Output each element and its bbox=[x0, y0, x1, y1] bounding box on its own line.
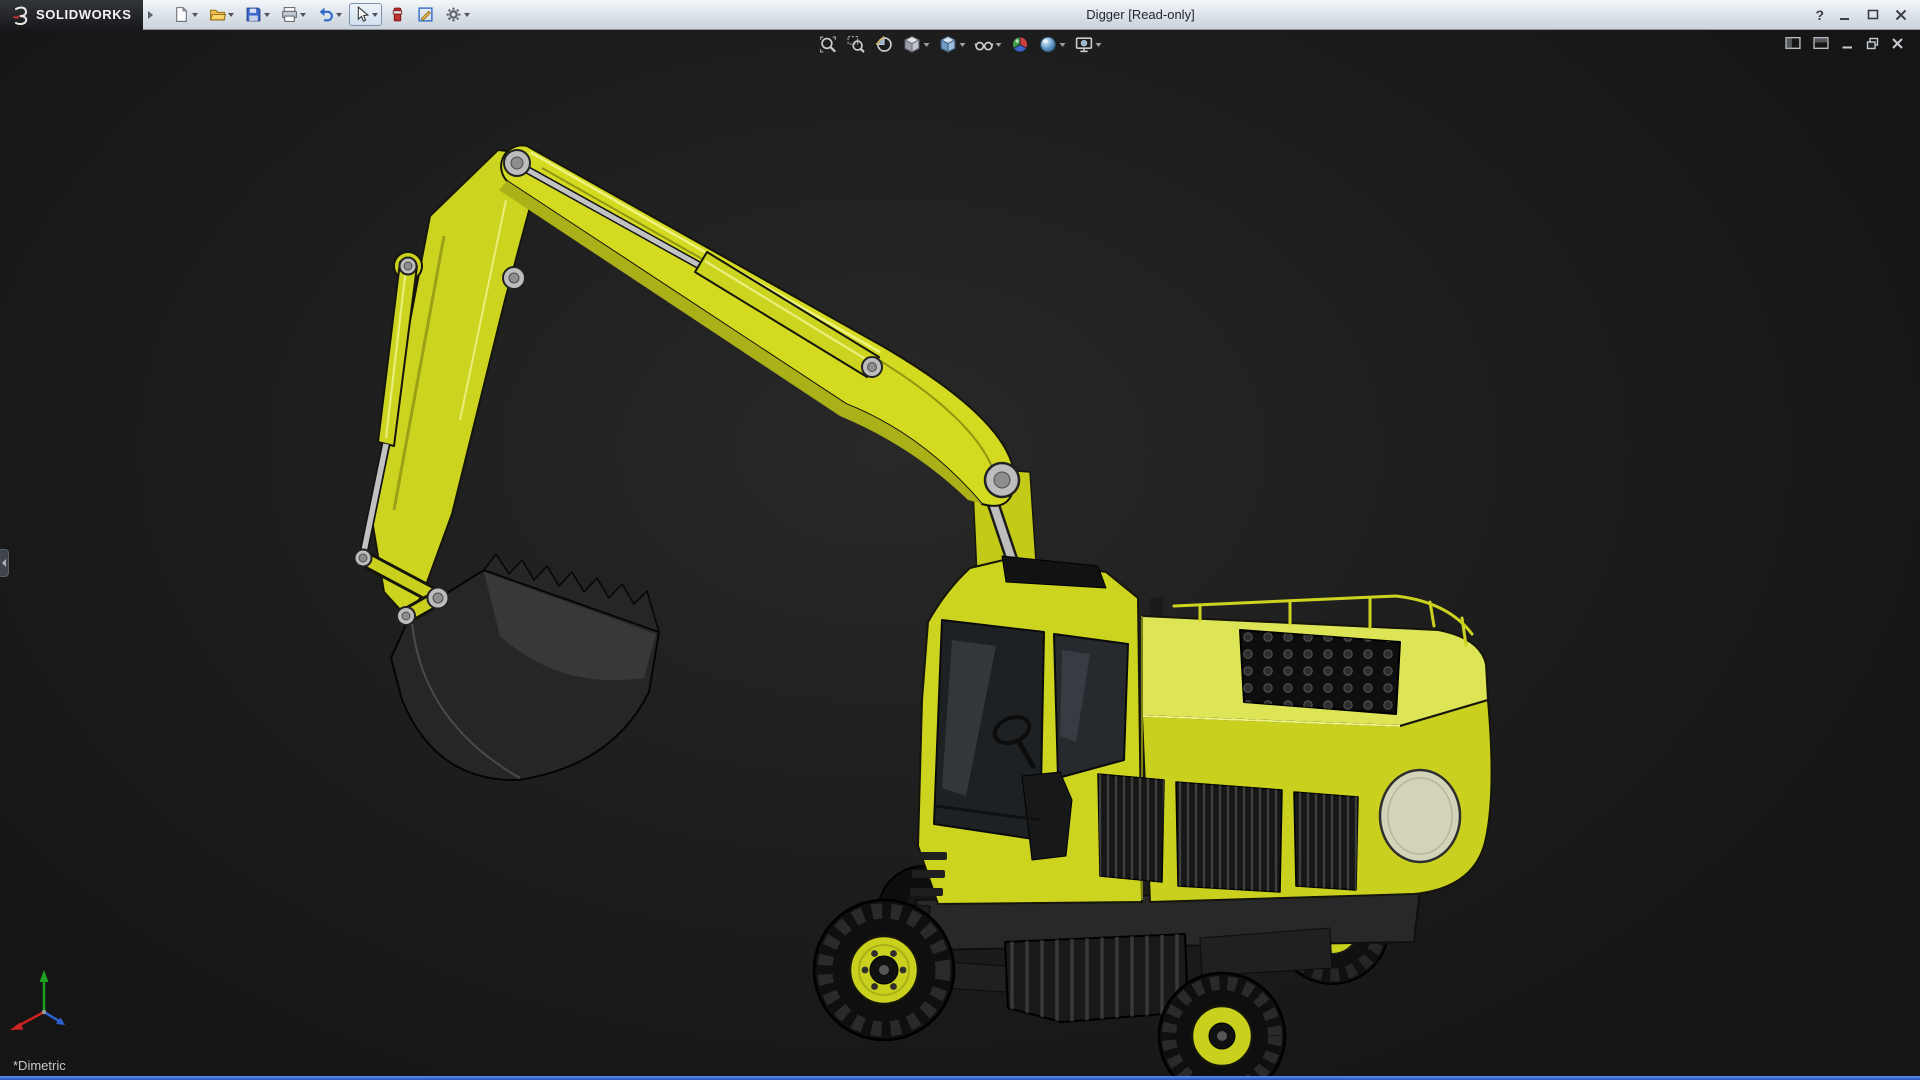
minimize-document-button[interactable] bbox=[1841, 37, 1854, 50]
edit-appearance-button[interactable] bbox=[1009, 34, 1032, 55]
triad-y-axis bbox=[40, 970, 49, 982]
view-settings-button[interactable] bbox=[1073, 34, 1104, 55]
triad-z-axis bbox=[56, 1018, 65, 1026]
minimize-button[interactable] bbox=[1838, 8, 1852, 22]
logo-text: SOLIDWORKS bbox=[36, 7, 132, 22]
zoom-to-area-button[interactable] bbox=[845, 34, 868, 55]
dropdown-caret-icon[interactable] bbox=[464, 13, 470, 17]
engine-hood bbox=[1098, 596, 1492, 902]
sketch-button[interactable] bbox=[413, 3, 438, 26]
dropdown-caret-icon[interactable] bbox=[228, 13, 234, 17]
restore-document-button[interactable] bbox=[1866, 37, 1879, 50]
rear-right-wheel[interactable] bbox=[1275, 870, 1389, 984]
titlebar: SOLIDWORKS bbox=[0, 0, 1920, 30]
close-document-button[interactable] bbox=[1891, 37, 1904, 50]
upper-body[interactable] bbox=[910, 468, 1492, 904]
dropdown-caret-icon[interactable] bbox=[192, 13, 198, 17]
chassis[interactable] bbox=[858, 890, 1420, 1022]
split-pane-button[interactable] bbox=[1813, 36, 1829, 50]
section-view-button[interactable] bbox=[873, 34, 896, 55]
help-button[interactable]: ? bbox=[1815, 7, 1824, 23]
maximize-button[interactable] bbox=[1866, 8, 1880, 22]
sketch-icon bbox=[417, 6, 434, 23]
close-icon bbox=[1894, 8, 1908, 22]
options-button[interactable] bbox=[441, 3, 474, 26]
previous-pane-icon bbox=[1785, 36, 1801, 50]
save-button[interactable] bbox=[241, 3, 274, 26]
quick-access-toolbar bbox=[169, 3, 474, 26]
graphics-area[interactable]: *Dimetric bbox=[0, 30, 1920, 1080]
apply-scene-sphere-icon bbox=[1039, 35, 1058, 54]
render-tools-button[interactable] bbox=[385, 3, 410, 26]
maximize-icon bbox=[1866, 8, 1880, 22]
render-tools-icon bbox=[389, 6, 406, 23]
dropdown-caret-icon[interactable] bbox=[372, 13, 378, 17]
bucket bbox=[391, 554, 659, 780]
window-title: Digger [Read-only] bbox=[474, 7, 1808, 22]
print-button[interactable] bbox=[277, 3, 310, 26]
minimize-icon bbox=[1838, 8, 1852, 22]
section-view-icon bbox=[875, 35, 894, 54]
open-folder-icon bbox=[209, 6, 226, 23]
edit-appearance-ball-icon bbox=[1011, 35, 1030, 54]
boom bbox=[499, 145, 1014, 505]
dropdown-caret-icon[interactable] bbox=[924, 43, 930, 47]
undo-button[interactable] bbox=[313, 3, 346, 26]
dropdown-caret-icon[interactable] bbox=[1096, 43, 1102, 47]
cab bbox=[910, 556, 1142, 904]
dropdown-caret-icon[interactable] bbox=[1060, 43, 1066, 47]
open-button[interactable] bbox=[205, 3, 238, 26]
split-pane-icon bbox=[1813, 36, 1829, 50]
orientation-triad[interactable] bbox=[10, 970, 65, 1030]
triad-x-axis bbox=[10, 1023, 24, 1031]
view-settings-icon bbox=[1075, 35, 1094, 54]
zoom-to-fit-button[interactable] bbox=[817, 34, 840, 55]
hide-show-glasses-icon bbox=[975, 35, 994, 54]
graphics-scene bbox=[0, 30, 1920, 1080]
previous-pane-button[interactable] bbox=[1785, 36, 1801, 50]
save-floppy-icon bbox=[245, 6, 262, 23]
view-orientation-button[interactable] bbox=[901, 34, 932, 55]
display-style-icon bbox=[939, 35, 958, 54]
view-orientation-label: *Dimetric bbox=[13, 1058, 66, 1073]
restore-document-icon bbox=[1866, 37, 1879, 50]
print-icon bbox=[281, 6, 298, 23]
close-document-icon bbox=[1891, 37, 1904, 50]
front-left-wheel[interactable] bbox=[814, 900, 954, 1040]
featuremanager-flyout-tab[interactable] bbox=[0, 549, 9, 577]
new-document-button[interactable] bbox=[169, 3, 202, 26]
undo-arrow-icon bbox=[317, 6, 334, 23]
select-tool-button[interactable] bbox=[349, 3, 382, 26]
excavator-model[interactable] bbox=[355, 145, 1492, 1080]
dropdown-caret-icon[interactable] bbox=[264, 13, 270, 17]
taskbar-edge bbox=[0, 1076, 1920, 1080]
select-cursor-icon bbox=[353, 6, 370, 23]
collapse-arrow-icon bbox=[2, 559, 6, 567]
apply-scene-button[interactable] bbox=[1037, 34, 1068, 55]
rear-left-wheel[interactable] bbox=[878, 866, 970, 958]
dropdown-caret-icon[interactable] bbox=[300, 13, 306, 17]
options-gear-icon bbox=[445, 6, 462, 23]
dropdown-caret-icon[interactable] bbox=[960, 43, 966, 47]
zoom-to-fit-icon bbox=[819, 35, 838, 54]
window-controls: ? bbox=[1807, 7, 1920, 23]
handrail bbox=[1174, 596, 1472, 645]
zoom-to-area-icon bbox=[847, 35, 866, 54]
boom-arm-assembly[interactable] bbox=[355, 145, 1020, 780]
front-right-wheel[interactable] bbox=[1159, 973, 1285, 1080]
document-window-controls bbox=[1785, 36, 1904, 50]
pivot-pins bbox=[355, 150, 1020, 625]
dropdown-caret-icon[interactable] bbox=[996, 43, 1002, 47]
menu-flyout-arrow-icon[interactable] bbox=[148, 11, 153, 19]
solidworks-logo: SOLIDWORKS bbox=[0, 0, 143, 30]
close-button[interactable] bbox=[1894, 8, 1908, 22]
new-document-icon bbox=[173, 6, 190, 23]
display-style-button[interactable] bbox=[937, 34, 968, 55]
dassault-systemes-icon bbox=[11, 5, 31, 25]
view-orientation-cube-icon bbox=[903, 35, 922, 54]
hide-show-items-button[interactable] bbox=[973, 34, 1004, 55]
dropdown-caret-icon[interactable] bbox=[336, 13, 342, 17]
minimize-document-icon bbox=[1841, 37, 1854, 50]
heads-up-view-toolbar bbox=[817, 34, 1104, 55]
